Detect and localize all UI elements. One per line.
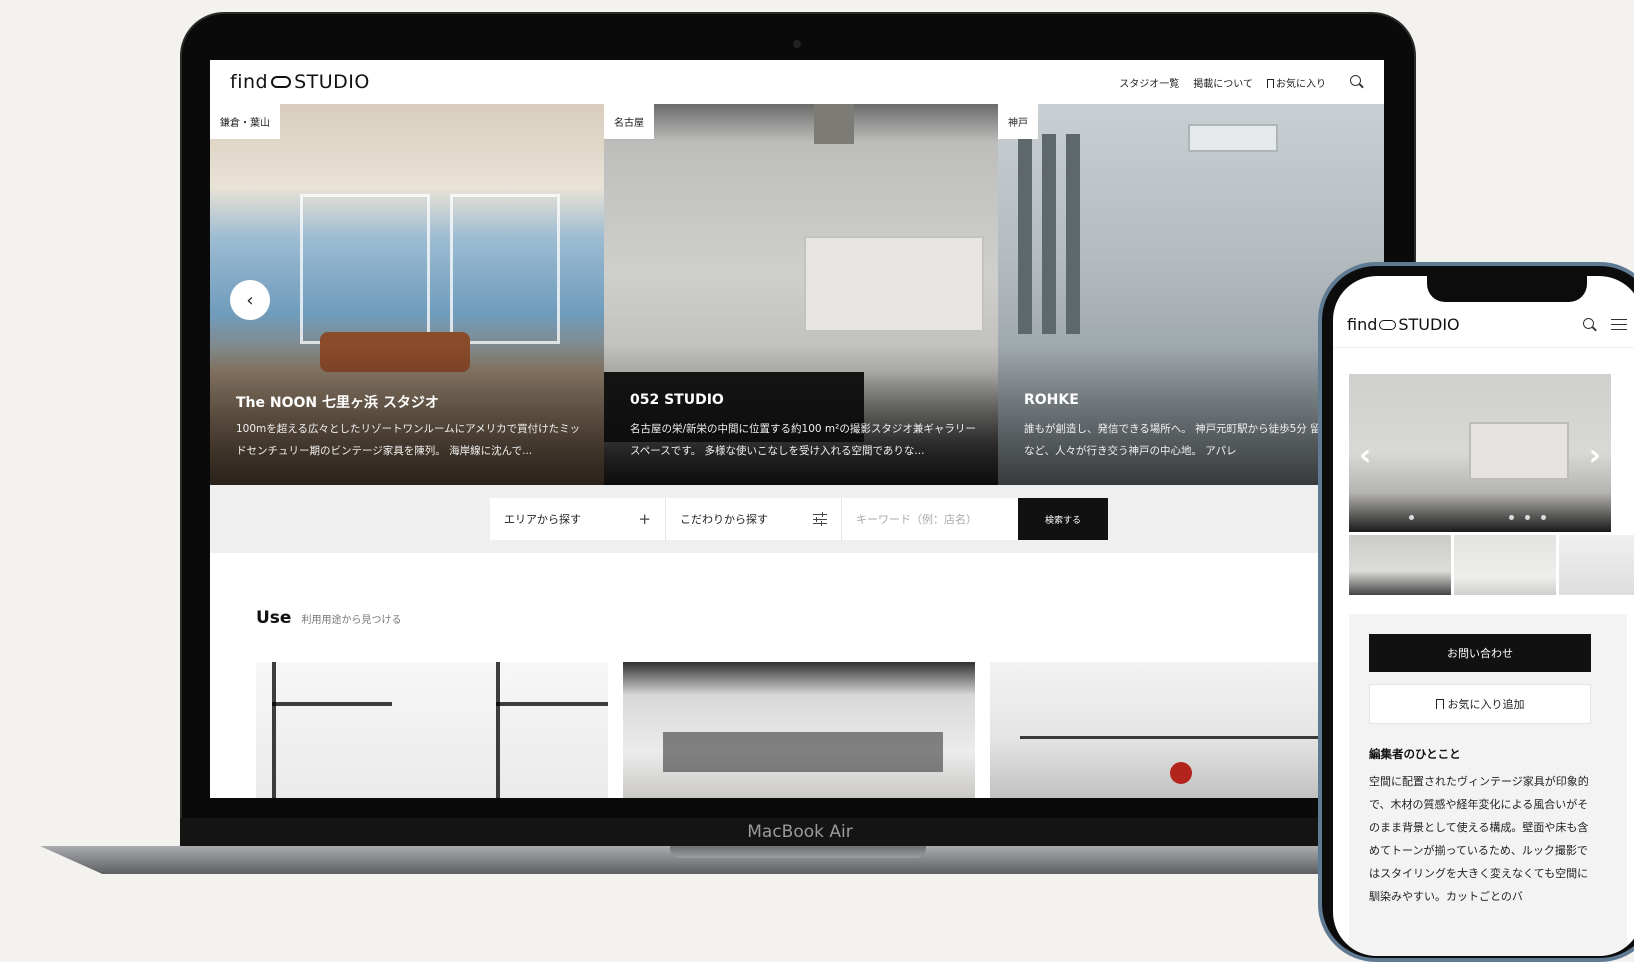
slide-052-studio[interactable]: 名古屋 052 STUDIO 名古屋の栄/新栄の中間に位置する約100 m²の撮… bbox=[604, 104, 998, 485]
laptop-camera bbox=[793, 40, 801, 48]
area-select[interactable]: エリアから探す + bbox=[490, 498, 666, 540]
phone-screen: find STUDIO ‹ › お問い合わせ お気に入り追加 編集者のひとこと 空… bbox=[1333, 276, 1634, 956]
use-card[interactable] bbox=[256, 662, 608, 798]
search-bar: エリアから探す + こだわりから探す 検索する bbox=[490, 498, 1108, 540]
editor-comment-title: 編集者のひとこと bbox=[1369, 747, 1461, 761]
gallery-dot[interactable] bbox=[1509, 515, 1514, 520]
site-header: find STUDIO スタジオ一覧 掲載について お気に入り bbox=[210, 60, 1384, 104]
logo-ring-icon bbox=[1379, 319, 1397, 330]
section-subtitle: 利用用途から見つける bbox=[301, 615, 402, 626]
window-frame bbox=[496, 702, 608, 706]
wall-niche bbox=[804, 236, 984, 332]
section-title: Use bbox=[256, 608, 292, 628]
slide-description: 名古屋の栄/新栄の中間に位置する約100 m²の撮影スタジオ兼ギャラリースペース… bbox=[630, 423, 976, 457]
search-icon[interactable] bbox=[1583, 317, 1597, 332]
window-frame bbox=[496, 662, 500, 798]
device-label: MacBook Air bbox=[747, 822, 853, 842]
chevron-right-icon[interactable]: › bbox=[1589, 438, 1601, 473]
hamburger-menu-icon[interactable] bbox=[1611, 318, 1627, 331]
editor-comment-text: 空間に配置されたヴィンテージ家具が印象的で、木材の質感や経年変化による風合いがそ… bbox=[1369, 775, 1589, 903]
nav-listing-info[interactable]: 掲載について bbox=[1193, 75, 1253, 90]
use-card[interactable] bbox=[990, 662, 1342, 798]
phone-header: find STUDIO bbox=[1333, 302, 1634, 348]
gallery-thumbnails bbox=[1349, 535, 1634, 595]
laptop-screen: find STUDIO スタジオ一覧 掲載について お気に入り 鎌倉・葉山 ‹ T… bbox=[210, 60, 1384, 798]
chevron-left-icon[interactable]: ‹ bbox=[1359, 438, 1371, 473]
red-chair bbox=[1170, 762, 1192, 784]
window-frame bbox=[1018, 134, 1032, 334]
filter-icon bbox=[813, 512, 827, 526]
studio-carousel: 鎌倉・葉山 ‹ The NOON 七里ヶ浜 スタジオ 100mを超える広々とした… bbox=[210, 104, 1384, 485]
window-frame bbox=[300, 194, 430, 344]
phone-logo[interactable]: find STUDIO bbox=[1347, 315, 1460, 334]
gallery-dot[interactable] bbox=[1541, 515, 1546, 520]
window-frame bbox=[272, 662, 276, 798]
contact-button[interactable]: お問い合わせ bbox=[1369, 634, 1591, 672]
bookmark-icon bbox=[1267, 78, 1274, 88]
slide-description: 100mを超える広々としたリゾートワンルームにアメリカで買付けたミッドセンチュリ… bbox=[236, 423, 581, 457]
feature-select[interactable]: こだわりから探す bbox=[666, 498, 842, 540]
slide-area-tag: 神戸 bbox=[998, 104, 1038, 139]
gallery-dot[interactable] bbox=[1525, 515, 1530, 520]
slide-title: ROHKE bbox=[1024, 392, 1079, 408]
gallery-dot[interactable] bbox=[1409, 515, 1414, 520]
air-conditioner bbox=[1188, 124, 1278, 152]
use-section-header: Use 利用用途から見つける bbox=[256, 608, 401, 628]
slide-area-tag: 鎌倉・葉山 bbox=[210, 104, 280, 139]
slide-shade bbox=[210, 345, 604, 485]
keyword-input[interactable] bbox=[842, 498, 1018, 540]
use-card[interactable] bbox=[623, 662, 975, 798]
slide-title: 052 STUDIO bbox=[630, 392, 724, 408]
clothing-rack bbox=[663, 732, 943, 772]
phone-notch bbox=[1427, 276, 1587, 302]
window-frame bbox=[1020, 736, 1340, 739]
slide-the-noon[interactable]: 鎌倉・葉山 ‹ The NOON 七里ヶ浜 スタジオ 100mを超える広々とした… bbox=[210, 104, 604, 485]
window-frame bbox=[450, 194, 560, 344]
phone-header-icons bbox=[1573, 317, 1627, 332]
search-icon[interactable] bbox=[1350, 75, 1364, 89]
nav-favorites[interactable]: お気に入り bbox=[1267, 75, 1326, 90]
gallery-thumbnail[interactable] bbox=[1454, 535, 1556, 595]
phone-detail-panel: お問い合わせ お気に入り追加 編集者のひとこと 空間に配置されたヴィンテージ家具… bbox=[1349, 614, 1627, 956]
wall-niche bbox=[1469, 422, 1569, 480]
slide-shade bbox=[604, 345, 998, 485]
site-logo[interactable]: find STUDIO bbox=[230, 71, 370, 93]
window-frame bbox=[272, 702, 392, 706]
search-submit-button[interactable]: 検索する bbox=[1018, 498, 1108, 540]
ceiling-beam bbox=[814, 104, 854, 144]
chevron-left-icon: ‹ bbox=[246, 289, 254, 311]
slide-title: The NOON 七里ヶ浜 スタジオ bbox=[236, 395, 439, 411]
window-frame bbox=[1042, 134, 1056, 334]
bookmark-icon bbox=[1435, 699, 1444, 709]
logo-ring-icon bbox=[271, 76, 292, 88]
add-favorite-button[interactable]: お気に入り追加 bbox=[1369, 684, 1591, 724]
site-nav: スタジオ一覧 掲載について お気に入り bbox=[1119, 75, 1364, 90]
laptop-hinge-notch bbox=[670, 846, 926, 858]
carousel-prev-button[interactable]: ‹ bbox=[230, 280, 270, 320]
slide-area-tag: 名古屋 bbox=[604, 104, 654, 139]
gallery-thumbnail[interactable] bbox=[1559, 535, 1634, 595]
phone-gallery-main[interactable]: ‹ › bbox=[1349, 374, 1611, 532]
nav-studio-list[interactable]: スタジオ一覧 bbox=[1119, 75, 1179, 90]
gallery-thumbnail[interactable] bbox=[1349, 535, 1451, 595]
plus-icon: + bbox=[638, 510, 651, 528]
search-band: エリアから探す + こだわりから探す 検索する bbox=[210, 485, 1384, 553]
window-frame bbox=[1066, 134, 1080, 334]
